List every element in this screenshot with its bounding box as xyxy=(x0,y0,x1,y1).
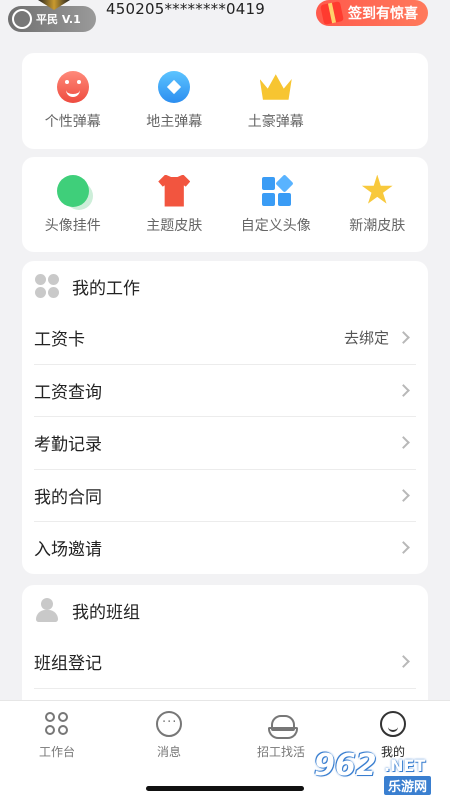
tab-label: 工作台 xyxy=(38,745,75,759)
skin-label: 自定义头像 xyxy=(240,217,311,234)
message-icon xyxy=(156,711,182,737)
watermark-caption: 乐游网 xyxy=(384,776,432,795)
badge-ring-icon xyxy=(12,9,32,29)
danmaku-label: 土豪弹幕 xyxy=(247,114,304,130)
tab-label: 招工找活 xyxy=(256,745,305,759)
row-label: 工资查询 xyxy=(34,382,102,403)
danmaku-label: 地主弹幕 xyxy=(146,114,203,130)
skin-label: 新潮皮肤 xyxy=(349,217,406,234)
chevron-right-icon xyxy=(397,488,410,502)
team-icon xyxy=(34,597,60,623)
section-title: 我的班组 xyxy=(72,602,140,623)
row-label: 入场邀请 xyxy=(34,540,102,561)
section-header: 我的班组 xyxy=(22,585,428,635)
skin-item-avatar-pendant[interactable]: 头像挂件 xyxy=(22,157,124,252)
blocks-icon xyxy=(260,173,294,207)
home-indicator[interactable] xyxy=(146,786,304,791)
my-work-card: 我的工作 工资卡 去绑定 工资查询 考勤记录 我的合同 入场邀请 xyxy=(22,261,428,574)
shirt-icon xyxy=(158,174,191,207)
row-contract[interactable]: 我的合同 xyxy=(34,468,416,522)
row-site-invitation[interactable]: 入场邀请 xyxy=(34,521,416,574)
row-value: 去绑定 xyxy=(343,328,389,347)
tab-label: 消息 xyxy=(156,745,181,759)
bubble-icon xyxy=(56,174,89,207)
crown-icon xyxy=(259,74,292,100)
chevron-right-icon xyxy=(397,654,410,668)
gift-icon xyxy=(320,1,344,25)
crest-icon xyxy=(38,0,70,10)
skin-item-custom-avatar[interactable]: 自定义头像 xyxy=(225,157,327,252)
danmaku-label: 个性弹幕 xyxy=(44,114,101,130)
skin-item-trendy[interactable]: 新潮皮肤 xyxy=(327,157,429,252)
level-badge[interactable]: 平民 V.1 xyxy=(8,0,96,32)
badge-text: 平民 V.1 xyxy=(36,13,81,26)
chevron-right-icon xyxy=(397,383,410,397)
danmaku-item-personal[interactable]: 个性弹幕 xyxy=(22,53,124,149)
diamond-icon xyxy=(158,71,191,103)
row-team-register[interactable]: 班组登记 xyxy=(34,635,416,688)
workbench-icon xyxy=(44,711,70,737)
danmaku-card: 个性弹幕 地主弹幕 土豪弹幕 xyxy=(22,53,428,149)
row-attendance[interactable]: 考勤记录 xyxy=(34,416,416,469)
star-icon xyxy=(361,174,393,204)
row-salary-card[interactable]: 工资卡 去绑定 xyxy=(34,311,416,364)
danmaku-item-tycoon[interactable]: 土豪弹幕 xyxy=(225,53,327,149)
clover-icon xyxy=(34,273,60,299)
chevron-right-icon xyxy=(397,330,410,344)
skins-card: 头像挂件 主题皮肤 自定义头像 新潮皮肤 xyxy=(22,157,428,252)
skin-label: 主题皮肤 xyxy=(146,217,203,234)
watermark-logo: 962 .NET 乐游网 xyxy=(314,748,446,798)
smile-icon xyxy=(56,71,89,103)
danmaku-item-landlord[interactable]: 地主弹幕 xyxy=(124,53,226,149)
profile-icon xyxy=(380,711,406,737)
row-label: 我的合同 xyxy=(34,487,102,508)
checkin-button[interactable]: 签到有惊喜 xyxy=(316,0,428,26)
section-title: 我的工作 xyxy=(72,278,140,299)
watermark-suffix: .NET xyxy=(384,756,426,775)
chevron-right-icon xyxy=(397,436,410,450)
skin-item-theme[interactable]: 主题皮肤 xyxy=(124,157,226,252)
skin-label: 头像挂件 xyxy=(44,217,101,234)
row-label: 考勤记录 xyxy=(34,435,102,456)
watermark-brand: 962 xyxy=(314,748,377,783)
row-label: 班组登记 xyxy=(34,653,102,674)
checkin-label: 签到有惊喜 xyxy=(348,6,418,22)
hardhat-icon xyxy=(268,711,298,739)
tab-messages[interactable]: 消息 xyxy=(113,711,225,760)
tab-workbench[interactable]: 工作台 xyxy=(1,711,113,760)
header: 平民 V.1 450205********0419 签到有惊喜 xyxy=(0,0,450,40)
section-header: 我的工作 xyxy=(22,261,428,311)
chevron-right-icon xyxy=(397,541,410,555)
row-salary-query[interactable]: 工资查询 xyxy=(34,363,416,417)
row-label: 工资卡 xyxy=(34,329,85,350)
masked-id: 450205********0419 xyxy=(106,0,266,18)
